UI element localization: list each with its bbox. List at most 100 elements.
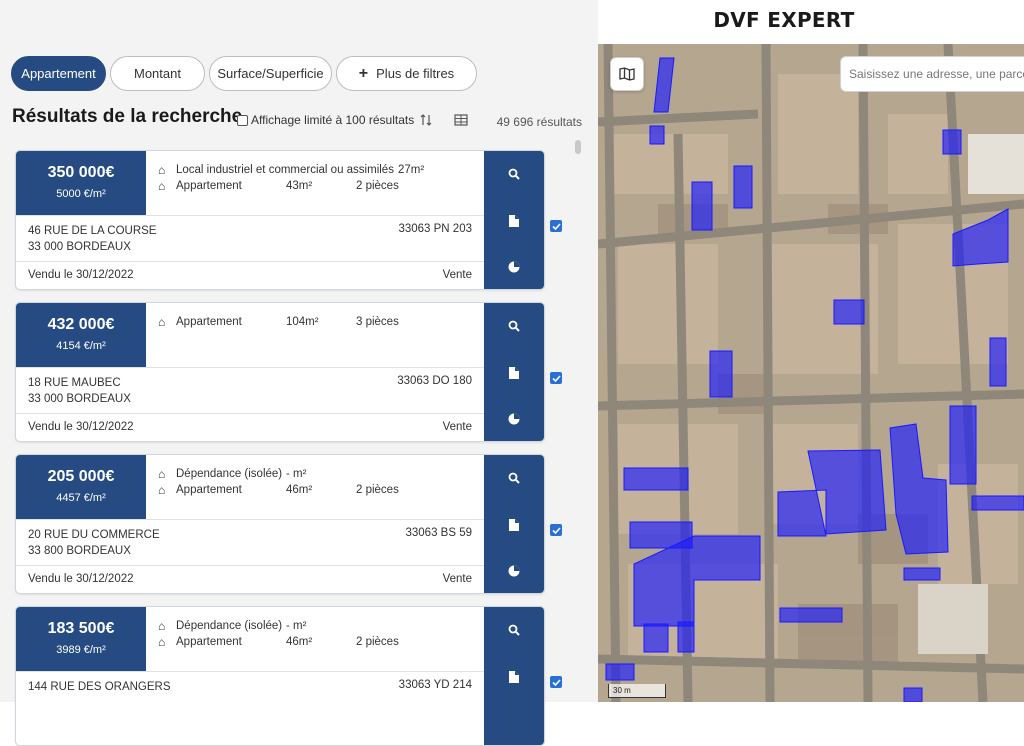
table-view-icon[interactable] [448,107,474,133]
divider [16,671,486,672]
limit-checkbox[interactable] [237,114,248,126]
property-surface: 27m² [398,164,425,176]
results-panel: Appartement Montant Surface/Superficie +… [0,0,598,746]
parcel-id: 33063 DO 180 [397,375,472,387]
card-actions [484,151,544,289]
map-layers-icon [619,67,635,81]
home-icon: ⌂ [158,483,166,497]
filter-label: Montant [134,66,181,81]
property-list: ⌂ Appartement 104m² 3 pièces [158,315,488,331]
document-icon[interactable] [484,512,544,538]
property-surface: - m² [286,620,307,632]
document-icon[interactable] [484,208,544,234]
filter-appartement-button[interactable]: Appartement [11,56,106,91]
results-scrollbar[interactable] [574,138,582,702]
property-rooms: 2 pièces [356,180,399,192]
card-actions [484,607,544,745]
search-icon[interactable] [484,465,544,491]
card-select-checkbox[interactable] [550,220,562,232]
sale-nature: Vente [442,573,472,585]
filter-bar: Appartement Montant Surface/Superficie +… [11,56,477,91]
property-list: ⌂ Local industriel et commercial ou assi… [158,163,488,195]
pie-chart-icon[interactable] [484,558,544,584]
map-search-input[interactable]: Saisissez une adresse, une parcelle, ... [840,56,1024,92]
property-type: Dépendance (isolée) [176,620,283,632]
sold-date: Vendu le 30/12/2022 [28,573,134,585]
address-line2: 33 000 BORDEAUX [28,393,131,405]
home-icon: ⌂ [158,467,166,481]
document-icon[interactable] [484,664,544,690]
property-rooms: 2 pièces [356,636,399,648]
result-card[interactable]: 350 000€ 5000 €/m² ⌂ Local industriel et… [15,150,545,290]
price-per-m2: 4154 €/m² [56,340,106,352]
price-box: 432 000€ 4154 €/m² [16,303,146,367]
property-type: Appartement [176,180,242,192]
card-actions [484,455,544,593]
map-search-placeholder: Saisissez une adresse, une parcelle, ... [849,67,1024,81]
address-line1: 46 RUE DE LA COURSE [28,225,157,237]
app-title: DVF EXPERT [713,8,855,32]
aerial-map[interactable] [598,44,1024,702]
sort-icon[interactable] [413,107,439,133]
plus-icon: + [358,64,369,82]
price-box: 205 000€ 4457 €/m² [16,455,146,519]
results-title: Résultats de la recherche [12,106,243,127]
result-card[interactable]: 183 500€ 3989 €/m² ⌂ Dépendance (isolée)… [15,606,545,746]
home-icon: ⌂ [158,315,166,329]
home-icon: ⌂ [158,619,166,633]
parcel-id: 33063 YD 214 [398,679,472,691]
property-surface: - m² [286,468,307,480]
scrollbar-thumb[interactable] [575,140,581,154]
address: 46 RUE DE LA COURSE 33 000 BORDEAUX [28,223,156,255]
card-select-checkbox[interactable] [550,372,562,384]
filter-label: Appartement [21,66,96,81]
result-card[interactable]: 432 000€ 4154 €/m² ⌂ Appartement 104m² 3… [15,302,545,442]
divider [16,261,486,262]
price-box: 350 000€ 5000 €/m² [16,151,146,215]
address: 18 RUE MAUBEC 33 000 BORDEAUX [28,375,131,407]
property-surface: 104m² [286,316,319,328]
filter-label: Surface/Superficie [217,66,324,81]
divider [16,519,486,520]
sold-date: Vendu le 30/12/2022 [28,421,134,433]
limit-toggle[interactable]: Affichage limité à 100 résultats [237,113,414,127]
property-surface: 46m² [286,484,313,496]
pie-chart-icon[interactable] [484,254,544,280]
price-box: 183 500€ 3989 €/m² [16,607,146,671]
property-row: ⌂ Appartement 104m² 3 pièces [158,315,488,331]
property-type: Local industriel et commercial ou assimi… [176,164,394,176]
document-icon[interactable] [484,360,544,386]
divider [16,215,486,216]
search-icon[interactable] [484,617,544,643]
map-scale: 30 m [608,684,666,698]
property-row: ⌂ Appartement 43m² 2 pièces [158,179,488,195]
map-layers-button[interactable] [610,57,644,91]
search-icon[interactable] [484,161,544,187]
result-card[interactable]: 205 000€ 4457 €/m² ⌂ Dépendance (isolée)… [15,454,545,594]
divider [16,367,486,368]
price: 183 500€ [47,620,115,637]
property-row: ⌂ Dépendance (isolée) - m² [158,467,488,483]
address-line1: 18 RUE MAUBEC [28,377,121,389]
filter-label: Plus de filtres [376,66,455,81]
parcel-id: 33063 PN 203 [398,223,472,235]
divider [16,413,486,414]
card-select-checkbox[interactable] [550,676,562,688]
more-filters-button[interactable]: + Plus de filtres [336,56,477,91]
pie-chart-icon[interactable] [484,406,544,432]
address-line2: 33 000 BORDEAUX [28,241,131,253]
sold-date: Vendu le 30/12/2022 [28,269,134,281]
property-type: Appartement [176,484,242,496]
card-select-checkbox[interactable] [550,524,562,536]
map-view[interactable]: Saisissez une adresse, une parcelle, ...… [598,44,1024,702]
price-per-m2: 5000 €/m² [56,188,106,200]
sale-nature: Vente [442,269,472,281]
filter-surface-button[interactable]: Surface/Superficie [209,56,332,91]
property-row: ⌂ Local industriel et commercial ou assi… [158,163,488,179]
parcel-id: 33063 BS 59 [405,527,472,539]
search-icon[interactable] [484,313,544,339]
property-list: ⌂ Dépendance (isolée) - m² ⌂ Appartement… [158,619,488,651]
property-surface: 43m² [286,180,313,192]
filter-montant-button[interactable]: Montant [110,56,205,91]
property-rooms: 2 pièces [356,484,399,496]
